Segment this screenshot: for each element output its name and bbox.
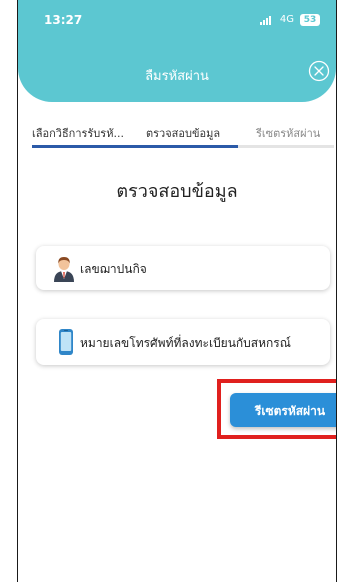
tab-select-method[interactable]: เลือกวิธีการรับรหั... xyxy=(32,124,124,142)
section-heading: ตรวจสอบข้อมูล xyxy=(116,181,238,202)
card-registered-phone[interactable]: หมายเลขโทรศัพท์ที่ลงทะเบียนกับสหกรณ์ xyxy=(36,319,330,365)
person-icon xyxy=(54,257,74,282)
app-header: 13:27 4G 53 ลืมรหัสผ่าน xyxy=(18,0,336,102)
page-title: ลืมรหัสผ่าน xyxy=(145,69,209,84)
card-label-phone: หมายเลขโทรศัพท์ที่ลงทะเบียนกับสหกรณ์ xyxy=(80,336,291,350)
status-time: 13:27 xyxy=(44,13,83,27)
tab-remaining-track xyxy=(238,145,334,148)
tab-reset-password[interactable]: รีเซตรหัสผ่าน xyxy=(256,124,320,142)
status-bar: 13:27 4G 53 xyxy=(18,13,336,29)
signal-icon xyxy=(260,16,272,25)
tab-progress-indicator xyxy=(32,145,238,148)
tab-verify-info[interactable]: ตรวจสอบข้อมูล xyxy=(146,124,220,142)
phone-icon xyxy=(59,329,73,355)
card-funeral-id[interactable]: เลขฌาปนกิจ xyxy=(36,246,330,290)
card-label-funeral-id: เลขฌาปนกิจ xyxy=(80,262,147,276)
phone-screen: 13:27 4G 53 ลืมรหัสผ่าน เลือกวิธีการรับร… xyxy=(17,0,337,582)
battery-icon: 53 xyxy=(300,14,320,26)
step-tabs: เลือกวิธีการรับรหั... ตรวจสอบข้อมูล รีเซ… xyxy=(18,120,336,148)
network-type: 4G xyxy=(279,14,294,25)
reset-password-button[interactable]: รีเซตรหัสผ่าน xyxy=(230,393,336,427)
close-circle-icon[interactable] xyxy=(308,60,330,82)
